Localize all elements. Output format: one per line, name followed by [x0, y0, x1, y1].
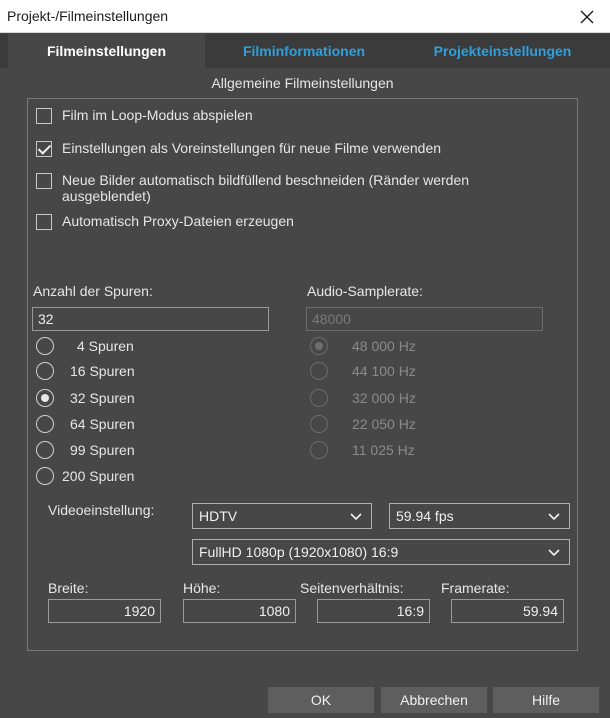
radio-label: 32 000 Hz [352, 390, 416, 406]
radio-button [310, 362, 328, 380]
tab-filminformationen[interactable]: Filminformationen [207, 34, 401, 68]
video-format-select[interactable]: FullHD 1080p (1920x1080) 16:9 [192, 539, 570, 565]
section-title: Allgemeine Filmeinstellungen [211, 75, 394, 91]
window-title: Projekt-/Filmeinstellungen [7, 8, 169, 24]
radio-tracks-64[interactable]: 64 Spuren [36, 414, 135, 434]
radio-button[interactable] [36, 389, 54, 407]
tab-filmeinstellungen[interactable]: Filmeinstellungen [8, 34, 205, 68]
radio-label: 32 Spuren [70, 390, 135, 406]
tracks-input[interactable]: 32 [32, 307, 269, 331]
chevron-down-icon [350, 513, 362, 521]
option-loop[interactable]: Film im Loop-Modus abspielen [36, 107, 532, 124]
radio-label: 22 050 Hz [352, 416, 416, 432]
help-button[interactable]: Hilfe [493, 687, 599, 713]
audio-label: Audio-Samplerate: [307, 283, 423, 299]
framerate-label: Framerate: [441, 580, 510, 596]
framerate-input[interactable]: 59.94 [451, 599, 564, 623]
tracks-label: Anzahl der Spuren: [33, 283, 153, 299]
radio-audio-32000: 32 000 Hz [310, 388, 416, 408]
height-input[interactable]: 1080 [183, 599, 296, 623]
width-input[interactable]: 1920 [48, 599, 161, 623]
radio-button [310, 415, 328, 433]
loop-checkbox[interactable] [36, 108, 52, 124]
close-icon [580, 10, 594, 23]
aspect-label: Seitenverhältnis: [300, 580, 404, 596]
cancel-button[interactable]: Abbrechen [381, 687, 487, 713]
radio-tracks-16[interactable]: 16 Spuren [36, 361, 135, 381]
chevron-down-icon [548, 549, 560, 557]
option-label: Automatisch Proxy-Dateien erzeugen [62, 213, 294, 229]
radio-label: 64 Spuren [70, 416, 135, 432]
proxy-checkbox[interactable] [36, 214, 52, 230]
close-button[interactable] [564, 0, 610, 33]
radio-label: 11 025 Hz [352, 442, 415, 458]
option-label: Neue Bilder automatisch bildfüllend besc… [62, 172, 470, 204]
radio-tracks-32[interactable]: 32 Spuren [36, 388, 135, 408]
fps-select[interactable]: 59.94 fps [389, 503, 570, 529]
radio-button[interactable] [36, 441, 54, 459]
ok-button[interactable]: OK [268, 687, 374, 713]
samplerate-input: 48000 [306, 307, 543, 331]
select-value: HDTV [199, 508, 238, 524]
video-label: Videoeinstellung: [48, 502, 155, 518]
radio-audio-22050: 22 050 Hz [310, 414, 416, 434]
radio-button [310, 389, 328, 407]
radio-tracks-99[interactable]: 99 Spuren [36, 440, 135, 460]
select-value: 59.94 fps [396, 508, 454, 524]
radio-label: 44 100 Hz [352, 363, 416, 379]
radio-button [310, 337, 328, 355]
radio-audio-48000: 48 000 Hz [310, 336, 416, 356]
option-autocrop[interactable]: Neue Bilder automatisch bildfüllend besc… [36, 172, 532, 204]
video-standard-select[interactable]: HDTV [192, 503, 372, 529]
radio-tracks-200[interactable]: 200 Spuren [36, 466, 134, 486]
radio-label: 16 Spuren [70, 363, 135, 379]
tab-bar: Filmeinstellungen Filminformationen Proj… [0, 34, 610, 68]
width-label: Breite: [48, 580, 89, 596]
radio-audio-11025: 11 025 Hz [310, 440, 415, 460]
chevron-down-icon [548, 513, 560, 521]
aspect-input[interactable]: 16:9 [317, 599, 430, 623]
radio-label: 200 Spuren [62, 468, 135, 484]
option-defaults[interactable]: Einstellungen als Voreinstellungen für n… [36, 140, 532, 157]
option-proxy[interactable]: Automatisch Proxy-Dateien erzeugen [36, 213, 532, 230]
radio-button[interactable] [36, 337, 54, 355]
height-label: Höhe: [183, 580, 221, 596]
radio-button[interactable] [36, 415, 54, 433]
autocrop-checkbox[interactable] [36, 173, 52, 189]
option-label: Einstellungen als Voreinstellungen für n… [62, 140, 442, 156]
tab-projekteinstellungen[interactable]: Projekteinstellungen [403, 34, 602, 68]
radio-label: 4 Spuren [77, 338, 134, 354]
select-value: FullHD 1080p (1920x1080) 16:9 [199, 544, 399, 560]
radio-button[interactable] [36, 362, 54, 380]
defaults-checkbox[interactable] [36, 141, 52, 157]
radio-audio-44100: 44 100 Hz [310, 361, 416, 381]
radio-label: 48 000 Hz [352, 338, 416, 354]
radio-button [310, 441, 328, 459]
radio-label: 99 Spuren [70, 442, 135, 458]
option-label: Film im Loop-Modus abspielen [62, 107, 253, 123]
radio-button[interactable] [36, 467, 54, 485]
title-bar: Projekt-/Filmeinstellungen [0, 0, 610, 33]
radio-tracks-4[interactable]: 4 Spuren [36, 336, 134, 356]
